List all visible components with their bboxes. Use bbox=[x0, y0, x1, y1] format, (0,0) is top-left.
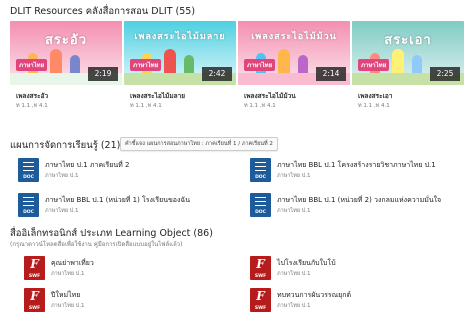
thumbnail-title: เพลงสระไอไม้ม้วน bbox=[251, 32, 337, 42]
video-card[interactable]: สระเอา ภาษาไทย 2:25 เพลงสระเอา ท 1.1 ,ท … bbox=[352, 21, 464, 111]
duration-label: 2:42 bbox=[202, 67, 232, 81]
flash-file-icon: F SWF bbox=[24, 288, 45, 312]
lo-item[interactable]: F SWF คุณย่าพาเที่ยว ภาษาไทย ป.1 bbox=[24, 256, 234, 280]
video-card[interactable]: เพลงสระไอไม้มลาย ภาษาไทย 2:42 เพลงสระไอไ… bbox=[124, 21, 236, 111]
doc-item[interactable]: DOC ภาษาไทย BBL ป.1 โครงสร้างรายวิชาภาษา… bbox=[250, 158, 460, 182]
video-thumbnail[interactable]: เพลงสระไอไม้ม้วน ภาษาไทย 2:14 bbox=[238, 21, 350, 85]
plans-title: แผนการจัดการเรียนรู้ (21) bbox=[10, 140, 121, 151]
cartoon-figure bbox=[70, 55, 80, 75]
subject-badge: ภาษาไทย bbox=[130, 59, 162, 71]
cartoon-figure bbox=[164, 49, 176, 75]
plans-hint-tooltip: คำชี้แจง แผนการสอนภาษาไทย : ภาคเรียนที่ … bbox=[120, 137, 278, 151]
doc-meta: ภาษาไทย ป.1 bbox=[45, 173, 79, 179]
doc-name[interactable]: ภาษาไทย BBL ป.1 (หน่วยที่ 2) วงกลมแห่งคว… bbox=[277, 195, 441, 206]
duration-label: 2:25 bbox=[430, 67, 460, 81]
lo-name[interactable]: ทบทวนการผันวรรณยุกต์ bbox=[277, 290, 351, 301]
lo-meta: ภาษาไทย ป.1 bbox=[277, 271, 311, 277]
cartoon-figure bbox=[184, 55, 194, 75]
lo-meta: ภาษาไทย ป.1 bbox=[51, 303, 85, 309]
lo-name[interactable]: ไปโรงเรียนกับใบโบ้ bbox=[277, 258, 336, 269]
video-meta: ท 1.1 ,ท 4.1 bbox=[16, 103, 48, 109]
lo-item[interactable]: F SWF ปีใหม่ไทย ภาษาไทย ป.1 bbox=[24, 288, 234, 312]
doc-meta: ภาษาไทย ป.1 bbox=[277, 208, 311, 214]
video-card[interactable]: เพลงสระไอไม้ม้วน ภาษาไทย 2:14 เพลงสระไอไ… bbox=[238, 21, 350, 111]
doc-meta: ภาษาไทย ป.1 bbox=[277, 173, 311, 179]
thumbnail-title: สระเอา bbox=[384, 33, 432, 48]
doc-item[interactable]: DOC ภาษาไทย BBL ป.1 (หน่วยที่ 1) โรงเรีย… bbox=[18, 193, 228, 217]
doc-name[interactable]: ภาษาไทย BBL ป.1 โครงสร้างรายวิชาภาษาไทย … bbox=[277, 160, 436, 171]
doc-file-icon: DOC bbox=[18, 193, 39, 217]
lo-name[interactable]: ปีใหม่ไทย bbox=[51, 290, 80, 301]
doc-name[interactable]: ภาษาไทย BBL ป.1 (หน่วยที่ 1) โรงเรียนของ… bbox=[45, 195, 190, 206]
thumbnail-title: เพลงสระไอไม้มลาย bbox=[134, 32, 226, 42]
flash-file-icon: F SWF bbox=[250, 288, 271, 312]
lo-meta: ภาษาไทย ป.1 bbox=[51, 271, 85, 277]
subject-badge: ภาษาไทย bbox=[244, 59, 276, 71]
duration-label: 2:19 bbox=[88, 67, 118, 81]
doc-meta: ภาษาไทย ป.1 bbox=[45, 208, 79, 214]
duration-label: 2:14 bbox=[316, 67, 346, 81]
doc-file-icon: DOC bbox=[250, 158, 271, 182]
lo-item[interactable]: F SWF ทบทวนการผันวรรณยุกต์ ภาษาไทย ป.1 bbox=[250, 288, 460, 312]
video-meta: ท 1.1 ,ท 4.1 bbox=[130, 103, 162, 109]
doc-item[interactable]: DOC ภาษาไทย ป.1 ภาคเรียนที่ 2 ภาษาไทย ป.… bbox=[18, 158, 228, 182]
lo-meta: ภาษาไทย ป.1 bbox=[277, 303, 311, 309]
cartoon-figure bbox=[392, 49, 404, 75]
cartoon-figure bbox=[298, 55, 308, 75]
lo-item[interactable]: F SWF ไปโรงเรียนกับใบโบ้ ภาษาไทย ป.1 bbox=[250, 256, 460, 280]
video-meta: ท 1.1 ,ท 4.1 bbox=[358, 103, 390, 109]
video-thumbnail[interactable]: เพลงสระไอไม้มลาย ภาษาไทย 2:42 bbox=[124, 21, 236, 85]
doc-item[interactable]: DOC ภาษาไทย BBL ป.1 (หน่วยที่ 2) วงกลมแห… bbox=[250, 193, 460, 217]
cartoon-figure bbox=[278, 49, 290, 75]
lo-name[interactable]: คุณย่าพาเที่ยว bbox=[51, 258, 94, 269]
lo-subtitle: (กรุณาดาวน์โหลดสื่อเพื่อใช้งาน คู่มือการ… bbox=[10, 241, 183, 248]
video-name[interactable]: เพลงสระไอไม้มลาย bbox=[130, 91, 185, 101]
thumbnail-title: สระอัว bbox=[44, 33, 87, 48]
cartoon-figure bbox=[50, 49, 62, 75]
doc-file-icon: DOC bbox=[18, 158, 39, 182]
video-thumbnail[interactable]: สระเอา ภาษาไทย 2:25 bbox=[352, 21, 464, 85]
video-name[interactable]: เพลงสระอัว bbox=[16, 91, 48, 101]
flash-file-icon: F SWF bbox=[250, 256, 271, 280]
video-card[interactable]: สระอัว ภาษาไทย 2:19 เพลงสระอัว ท 1.1 ,ท … bbox=[10, 21, 122, 111]
video-meta: ท 1.1 ,ท 4.1 bbox=[244, 103, 276, 109]
video-thumbnail[interactable]: สระอัว ภาษาไทย 2:19 bbox=[10, 21, 122, 85]
subject-badge: ภาษาไทย bbox=[16, 59, 48, 71]
video-name[interactable]: เพลงสระเอา bbox=[358, 91, 392, 101]
resources-title: DLIT Resources คลังสื่อการสอน DLIT (55) bbox=[10, 6, 196, 17]
doc-file-icon: DOC bbox=[250, 193, 271, 217]
cartoon-figure bbox=[412, 55, 422, 75]
doc-name[interactable]: ภาษาไทย ป.1 ภาคเรียนที่ 2 bbox=[45, 160, 129, 171]
flash-file-icon: F SWF bbox=[24, 256, 45, 280]
video-name[interactable]: เพลงสระไอไม้ม้วน bbox=[244, 91, 296, 101]
subject-badge: ภาษาไทย bbox=[358, 59, 390, 71]
